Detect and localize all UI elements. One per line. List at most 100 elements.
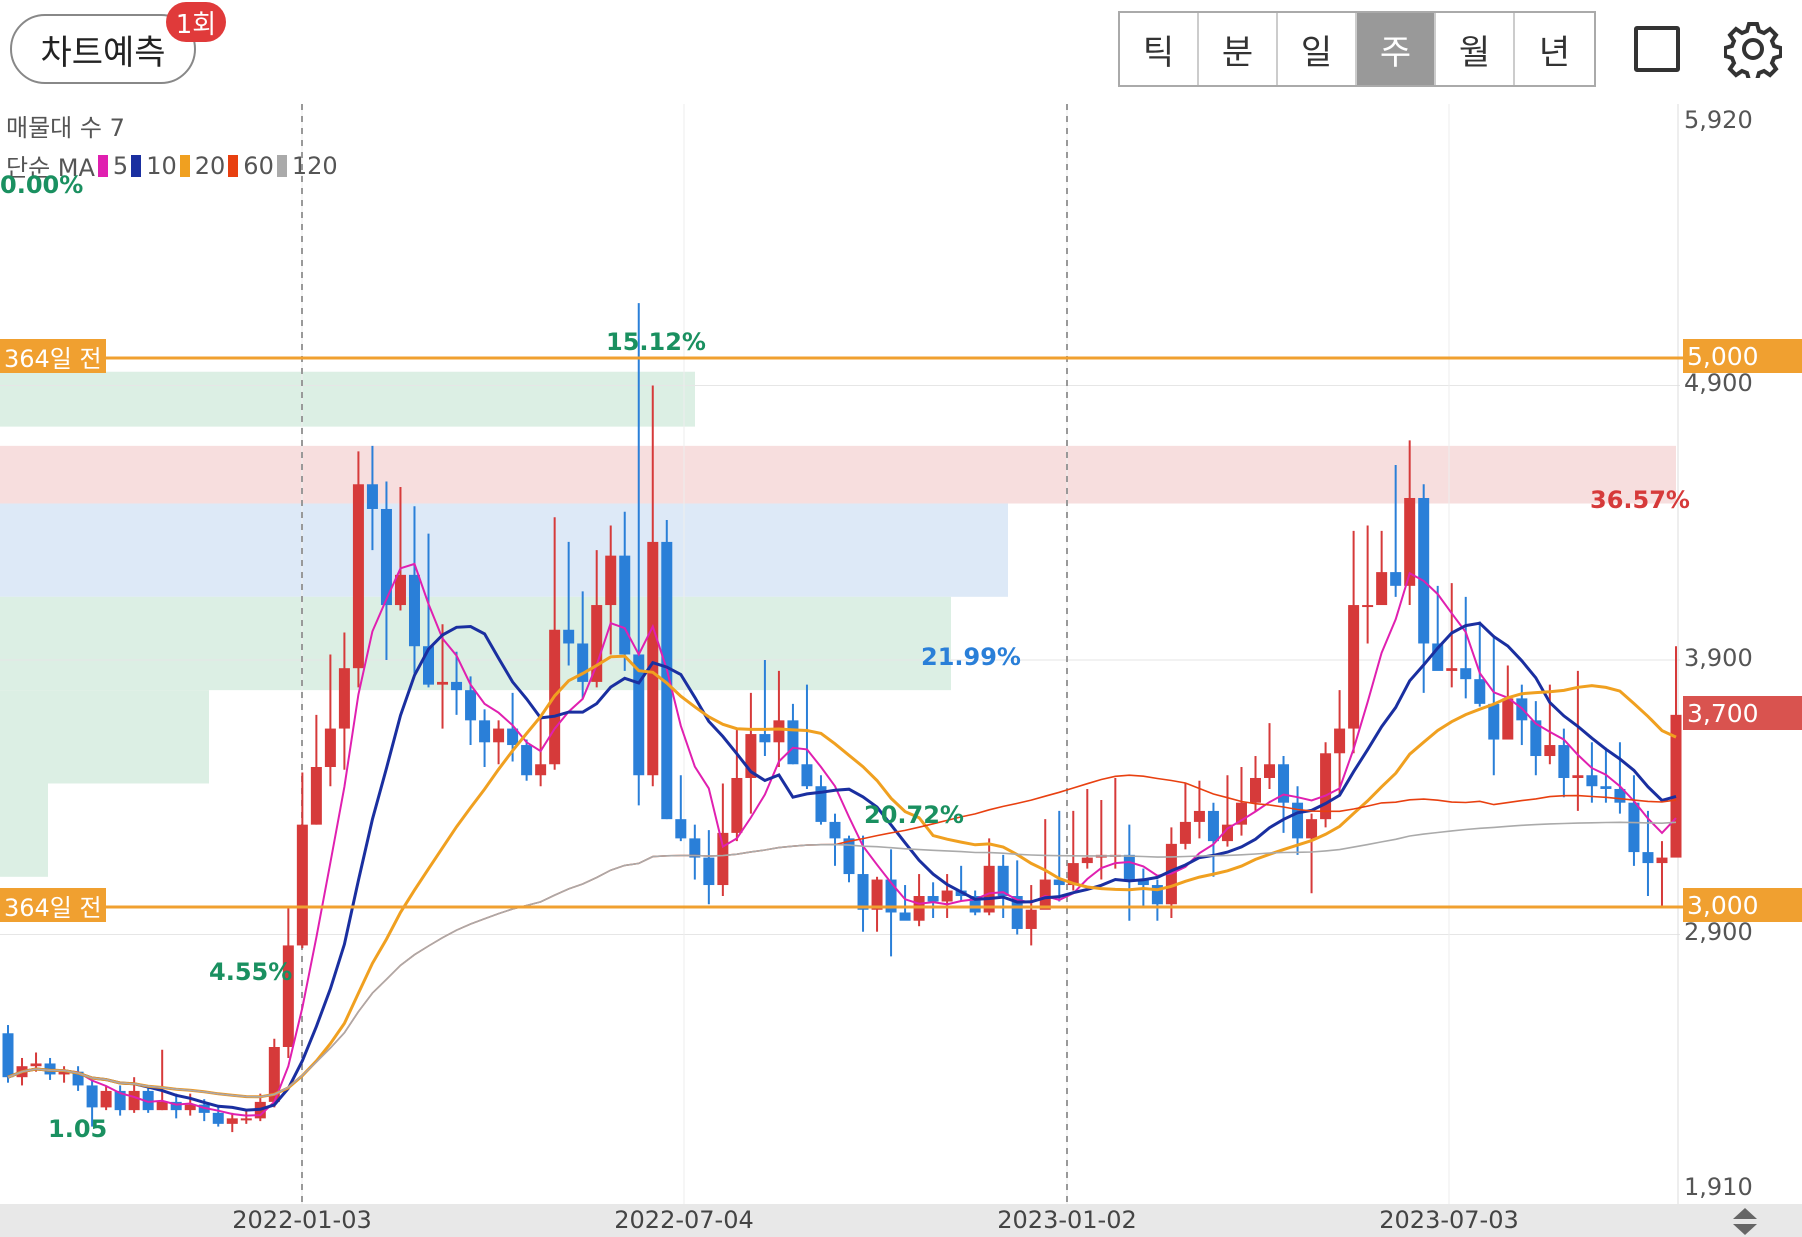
candle-body (703, 857, 715, 886)
candle-body (983, 865, 995, 913)
ma60-line (7, 774, 1677, 1098)
zone-pct-2: 36.57% (1590, 486, 1690, 514)
candle-body (1474, 679, 1486, 704)
gear-icon[interactable] (1723, 20, 1783, 82)
level-low-label: 364일 전 (0, 888, 106, 922)
candle-body (1362, 605, 1374, 608)
price-label-4900: 4,900 (1684, 369, 1753, 397)
candle-body (408, 574, 420, 647)
period-tabs: 틱 분 일 주 월 년 (1118, 11, 1596, 87)
x-tick-label: 2023-01-02 (997, 1206, 1137, 1234)
candle-body (787, 720, 799, 765)
candlestick-chart[interactable] (0, 104, 1802, 1204)
candle-body (605, 555, 617, 606)
candle-body (100, 1090, 112, 1108)
tab-month[interactable]: 월 (1436, 13, 1515, 85)
tab-tick[interactable]: 틱 (1120, 13, 1199, 85)
candle-body (1179, 821, 1191, 844)
candle-body (759, 734, 771, 743)
candle-body (941, 890, 953, 902)
candle-body (801, 764, 813, 787)
candle-body (212, 1112, 224, 1124)
x-tick-label: 2023-07-03 (1379, 1206, 1519, 1234)
ma10-label: 10 (146, 151, 177, 180)
volume-zone (0, 596, 951, 691)
candle-body (535, 764, 547, 776)
candle-body (899, 912, 911, 921)
candle-body (240, 1118, 252, 1121)
scroll-arrows-icon[interactable] (1730, 1208, 1760, 1236)
volume-zone (0, 371, 695, 427)
candle-body (1460, 668, 1472, 680)
x-axis: 2022-01-03 2022-07-04 2023-01-02 2023-07… (0, 1204, 1802, 1237)
candle-body (324, 728, 336, 768)
ma20-line (7, 654, 1677, 1099)
candle-body (1207, 810, 1219, 842)
candle-body (563, 629, 575, 644)
candle-body (1502, 698, 1514, 740)
volume-zone (0, 783, 48, 877)
candle-body (1446, 668, 1458, 671)
candle-body (619, 555, 631, 655)
ma10-swatch (131, 154, 142, 177)
candle-body (927, 896, 939, 902)
zone-pct-5: 4.55% (209, 958, 293, 986)
candle-body (1334, 728, 1346, 754)
candle-body (338, 668, 350, 729)
candle-body (86, 1085, 98, 1108)
candle-body (156, 1101, 168, 1111)
ma60-swatch (228, 154, 239, 177)
candle-body (310, 767, 322, 825)
ma20-label: 20 (194, 151, 226, 180)
fullscreen-square-icon[interactable] (1634, 26, 1680, 72)
volume-zone (0, 690, 209, 784)
candle-body (479, 720, 491, 743)
tab-minute[interactable]: 분 (1199, 13, 1278, 85)
predict-count-badge: 1회 (166, 2, 226, 42)
candle-body (1656, 857, 1668, 864)
price-label-top: 5,920 (1684, 106, 1753, 134)
zone-pct-3: 21.99% (921, 643, 1021, 671)
zone-pct-4: 20.72% (864, 801, 964, 829)
x-tick-label: 2022-01-03 (232, 1206, 372, 1234)
top-toolbar: 차트예측 1회 틱 분 일 주 월 년 (0, 0, 1802, 104)
ma120-swatch (276, 154, 287, 177)
candle-body (1264, 764, 1276, 778)
candle-body (451, 681, 463, 691)
candle-body (1306, 819, 1318, 839)
candle-body (591, 605, 603, 682)
candle-body (226, 1118, 238, 1124)
candle-body (1193, 810, 1205, 822)
ma20-swatch (179, 154, 190, 177)
zone-pct-1: 15.12% (606, 328, 706, 356)
x-tick-label: 2022-07-04 (614, 1206, 754, 1234)
tab-day[interactable]: 일 (1278, 13, 1357, 85)
price-label-bottom: 1,910 (1684, 1173, 1753, 1201)
current-price-box: 3,700 (1683, 696, 1802, 730)
candle-body (394, 574, 406, 606)
candle-body (647, 541, 659, 776)
candle-body (871, 879, 883, 910)
candle-body (1123, 854, 1135, 880)
candle-body (128, 1090, 140, 1111)
candle-body (1642, 852, 1654, 864)
candle-body (1249, 777, 1261, 803)
candle-body (857, 874, 869, 910)
candle-body (829, 821, 841, 839)
candle-body (521, 745, 533, 776)
ma60-label: 60 (243, 151, 274, 180)
candle-body (1544, 745, 1556, 757)
ma5-swatch (97, 154, 108, 177)
candle-body (465, 690, 477, 721)
level-high-label: 364일 전 (0, 339, 106, 373)
candle-body (1320, 753, 1332, 820)
candle-body (1039, 879, 1051, 910)
tab-year[interactable]: 년 (1515, 13, 1594, 85)
candle-body (1390, 572, 1402, 586)
candle-body (1081, 857, 1093, 864)
tab-week[interactable]: 주 (1357, 13, 1436, 85)
candle-body (1558, 745, 1570, 778)
zero-pct-label: 0.00% (0, 171, 84, 199)
candle-body (2, 1033, 14, 1078)
candle-body (1376, 572, 1388, 606)
